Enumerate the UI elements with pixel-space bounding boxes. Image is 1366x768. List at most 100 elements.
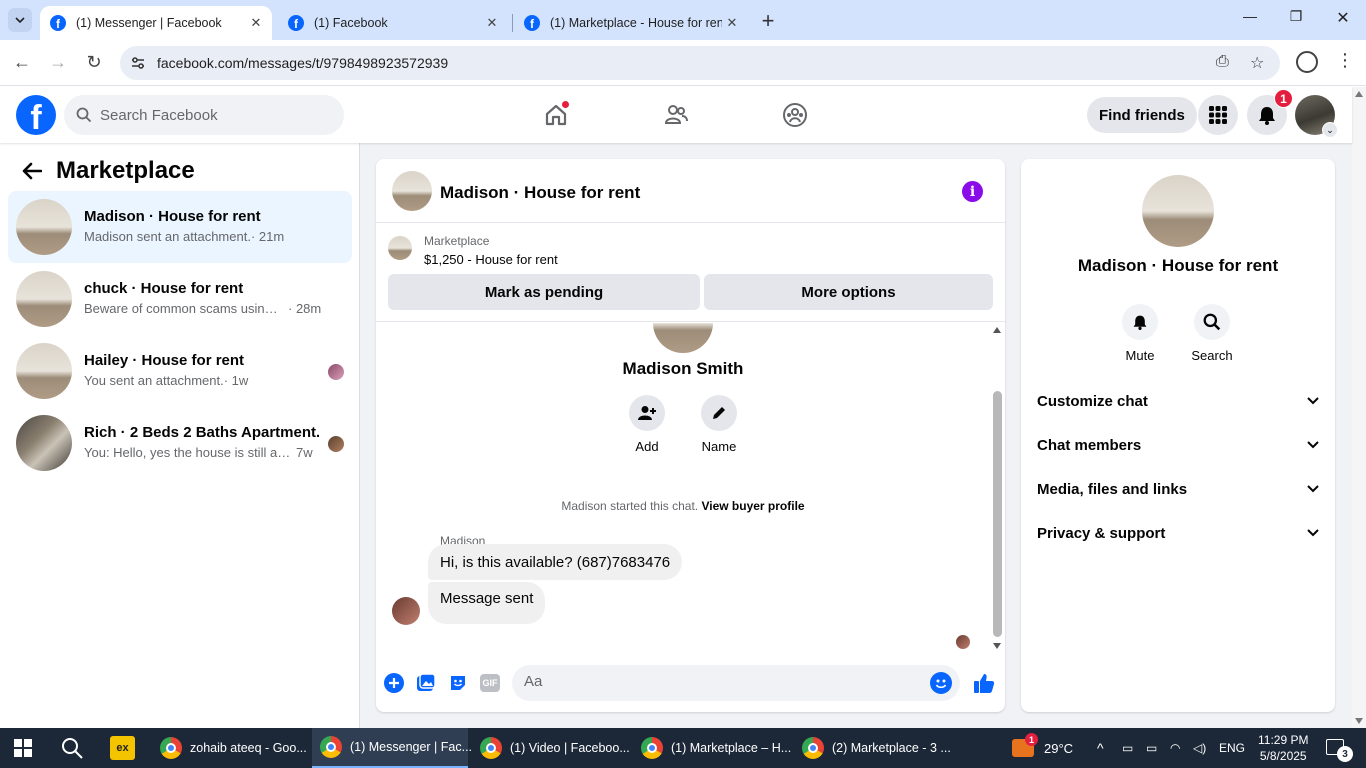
address-bar[interactable]: facebook.com/messages/t/9798498923572939… (120, 46, 1280, 80)
contact-avatar[interactable] (653, 323, 713, 353)
taskbar-app[interactable]: zohaib ateeq - Goo... (152, 728, 307, 768)
tab-title: (1) Messenger | Facebook (76, 16, 222, 30)
scroll-up-arrow-icon[interactable] (1355, 91, 1363, 97)
back-arrow-icon[interactable] (16, 155, 48, 187)
sticker-icon[interactable] (447, 672, 469, 694)
thread-scrollbar[interactable] (990, 323, 1005, 653)
listing-thumbnail (16, 271, 72, 327)
bookmark-star-icon[interactable]: ☆ (1250, 53, 1264, 73)
battery-icon[interactable]: ▭ (1146, 728, 1157, 768)
browser-tab-facebook[interactable]: f (1) Facebook ✕ (278, 6, 508, 40)
close-window-icon[interactable]: ✕ (1331, 8, 1355, 28)
message-input-box[interactable] (512, 665, 960, 701)
show-hidden-icons[interactable]: ^ (1097, 728, 1104, 768)
conversation-item[interactable]: Hailey · House for rent You sent an atta… (8, 335, 352, 407)
scroll-down-arrow-icon[interactable] (1355, 718, 1363, 724)
express-app-icon[interactable]: ex (110, 736, 135, 760)
scroll-up-arrow-icon[interactable] (993, 327, 1001, 333)
browser-menu-icon[interactable]: ⋮ (1336, 50, 1354, 71)
view-buyer-profile-link[interactable]: View buyer profile (701, 499, 804, 513)
nav-home[interactable] (536, 97, 576, 133)
windows-start-icon[interactable] (14, 739, 32, 757)
customize-chat-row[interactable]: Customize chat (1029, 379, 1327, 423)
close-tab-icon[interactable]: ✕ (482, 15, 502, 31)
taskbar-clock[interactable]: 11:29 PM 5/8/2025 (1258, 732, 1308, 764)
tab-search-button[interactable] (8, 8, 32, 32)
scroll-down-arrow-icon[interactable] (993, 643, 1001, 649)
message-input[interactable] (524, 673, 904, 690)
mark-as-pending-button[interactable]: Mark as pending (388, 274, 700, 310)
notification-count-badge: 1 (1274, 89, 1293, 108)
emoji-icon[interactable] (930, 672, 952, 694)
marketplace-listing-bar: Marketplace $1,250 - House for rent Mark… (376, 224, 1005, 322)
wifi-icon[interactable]: ◠ (1170, 728, 1180, 768)
gif-icon[interactable]: GIF (480, 674, 500, 692)
site-settings-icon[interactable] (130, 55, 146, 71)
taskbar-app[interactable]: (1) Marketplace – H... (633, 728, 791, 768)
find-friends-button[interactable]: Find friends (1087, 97, 1197, 133)
taskbar-app[interactable]: (1) Messenger | Fac... (312, 728, 472, 768)
weather-widget[interactable]: 1 29°C (1012, 728, 1073, 768)
sender-avatar[interactable] (392, 597, 420, 625)
close-tab-icon[interactable]: ✕ (722, 15, 742, 31)
add-people-action[interactable]: Add (617, 395, 677, 454)
meet-now-icon[interactable]: ▭ (1122, 728, 1133, 768)
mute-action[interactable]: Mute (1110, 304, 1170, 363)
browser-tab-marketplace[interactable]: f (1) Marketplace - House for ren ✕ (514, 6, 748, 40)
reload-icon[interactable]: ↻ (82, 52, 106, 73)
close-tab-icon[interactable]: ✕ (246, 15, 266, 31)
facebook-search[interactable] (64, 95, 344, 135)
chevron-down-icon: ⌄ (1322, 122, 1338, 138)
language-indicator[interactable]: ENG (1219, 728, 1245, 768)
facebook-favicon-icon: f (288, 15, 304, 31)
media-files-links-row[interactable]: Media, files and links (1029, 467, 1327, 511)
forward-icon[interactable]: → (46, 52, 70, 73)
back-icon[interactable]: ← (10, 52, 34, 73)
message-bubble[interactable]: Hi, is this available? (687)7683476 (428, 544, 683, 580)
notification-center-icon[interactable]: 3 (1326, 739, 1353, 762)
chevron-down-icon (1307, 485, 1319, 493)
conversation-item[interactable]: Rich · 2 Beds 2 Baths Apartment... You: … (8, 407, 352, 479)
details-avatar[interactable] (1142, 175, 1214, 247)
bell-icon (1122, 304, 1158, 340)
name-chat-action[interactable]: Name (689, 395, 749, 454)
browser-tab-messenger[interactable]: f (1) Messenger | Facebook ✕ (40, 6, 272, 40)
scrollbar-thumb[interactable] (993, 391, 1002, 637)
privacy-support-row[interactable]: Privacy & support (1029, 511, 1327, 555)
conversation-item[interactable]: chuck · House for rent Beware of common … (8, 263, 352, 335)
restore-icon[interactable]: ❐ (1284, 8, 1308, 25)
conversation-item[interactable]: Madison · House for rent Madison sent an… (8, 191, 352, 263)
new-tab-button[interactable]: + (758, 8, 778, 34)
conversation-title: Madison · House for rent (84, 208, 261, 225)
listing-price-title[interactable]: $1,250 - House for rent (424, 252, 558, 267)
nav-friends[interactable] (656, 97, 696, 133)
listing-small-thumbnail[interactable] (388, 236, 412, 260)
notifications-button[interactable]: 1 (1247, 89, 1293, 135)
install-app-icon[interactable]: ⎙ (1216, 53, 1229, 71)
plus-circle-icon[interactable] (383, 672, 405, 694)
nav-groups[interactable] (775, 97, 815, 133)
chat-title[interactable]: Madison · House for rent (440, 183, 640, 203)
message-bubble[interactable]: Message sent (428, 582, 546, 624)
page-scrollbar[interactable] (1352, 87, 1366, 728)
account-avatar[interactable]: ⌄ (1295, 95, 1338, 138)
volume-icon[interactable]: ◁) (1193, 728, 1206, 768)
browser-profile-icon[interactable] (1296, 51, 1318, 73)
search-input[interactable] (100, 106, 320, 124)
search-in-chat-action[interactable]: Search (1182, 304, 1242, 363)
taskbar-app[interactable]: (2) Marketplace - 3 ... (794, 728, 954, 768)
taskbar-search-icon[interactable] (60, 736, 84, 760)
more-options-button[interactable]: More options (704, 274, 993, 310)
taskbar-app[interactable]: (1) Video | Faceboo... (472, 728, 630, 768)
info-icon[interactable]: i (962, 181, 983, 202)
menu-button[interactable] (1198, 95, 1238, 135)
facebook-logo[interactable]: f (16, 95, 56, 135)
marketplace-label: Marketplace (424, 234, 490, 248)
like-thumbs-up-icon[interactable] (972, 671, 996, 695)
chat-members-row[interactable]: Chat members (1029, 423, 1327, 467)
minimize-icon[interactable]: — (1238, 8, 1262, 24)
photo-icon[interactable] (415, 672, 437, 694)
chat-avatar[interactable] (392, 171, 432, 211)
clock-date: 5/8/2025 (1259, 749, 1307, 763)
taskbar-app-title: (1) Video | Faceboo... (510, 741, 630, 755)
